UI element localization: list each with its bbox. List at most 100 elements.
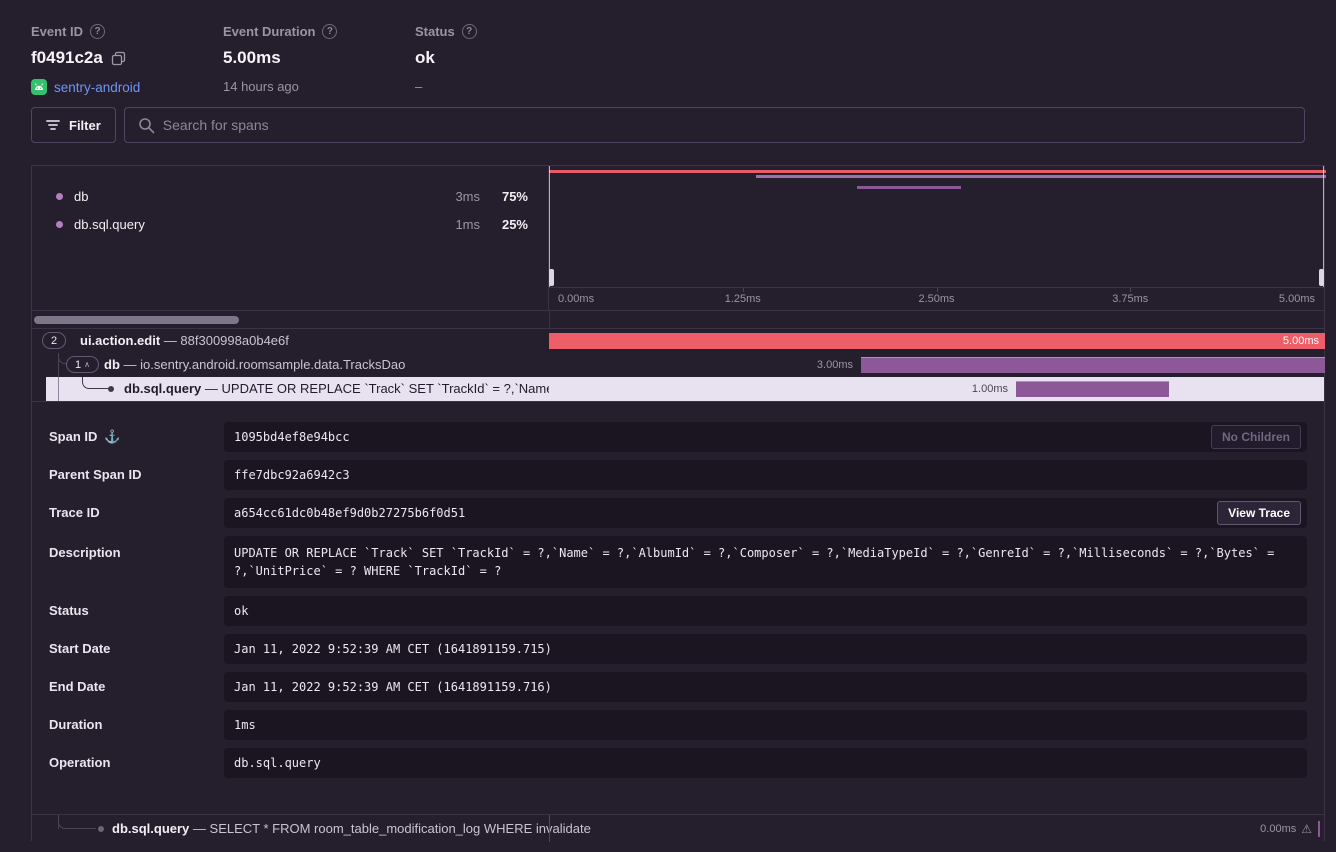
duration-value-box: 1ms [224,710,1307,740]
duration-value: 1ms [234,718,256,732]
status-value: ok [415,48,435,68]
axis-tick: 1.25ms [725,293,761,305]
span-op: db.sql.query [112,821,189,836]
view-trace-button[interactable]: View Trace [1217,501,1301,525]
op-duration: 1ms [455,217,480,232]
children-count: 2 [51,335,57,347]
help-icon[interactable] [322,24,337,39]
detail-row-trace-id: Trace ID a654cc61dc0b48ef9d0b27275b6f0d5… [49,498,1307,528]
detail-row-start-date: Start Date Jan 11, 2022 9:52:39 AM CET (… [49,634,1307,664]
span-row-db-sql-query-select[interactable]: db.sql.query — SELECT * FROM room_table_… [32,814,1324,842]
filter-button[interactable]: Filter [31,107,116,143]
children-count-pill[interactable]: 2 [42,332,66,349]
copy-icon[interactable] [111,51,126,66]
field-label: Span ID [49,422,97,452]
description-value-box: UPDATE OR REPLACE `Track` SET `TrackId` … [224,536,1307,588]
trace-minimap[interactable]: 0.00ms 1.25ms 2.50ms 3.75ms 5.00ms [549,166,1324,310]
warning-icon: ⚠ [1301,822,1312,836]
operation-value: db.sql.query [234,756,321,770]
field-label: Status [49,596,89,626]
span-bar-root[interactable]: 5.00ms [549,333,1325,349]
span-row-db-sql-query-selected[interactable]: db.sql.query — UPDATE OR REPLACE `Track`… [32,377,1324,401]
span-id-value: 1095bd4ef8e94bcc [234,430,350,444]
status-column: Status ok – [415,24,477,95]
trace-view-panel: db 3ms 75% db.sql.query 1ms 25% [31,165,1325,841]
event-id-value: f0491c2a [31,48,103,68]
panel-divider [549,311,550,328]
event-id-label: Event ID [31,24,83,39]
help-icon[interactable] [462,24,477,39]
detail-row-status: Status ok [49,596,1307,626]
op-percent: 75% [490,189,528,204]
separator: — [205,381,218,396]
tree-scrollbar-track[interactable] [32,311,1324,329]
minimap-span-db-sql-query [857,186,961,189]
op-color-dot-icon [56,221,63,228]
detail-row-description: Description UPDATE OR REPLACE `Track` SE… [49,536,1307,588]
field-label: Description [49,544,121,562]
trace-id-value-box: a654cc61dc0b48ef9d0b27275b6f0d51 View Tr… [224,498,1307,528]
legend-row-db[interactable]: db 3ms 75% [32,182,548,210]
spans-toolbar: Filter [31,107,1305,143]
op-duration: 3ms [455,189,480,204]
description-value: UPDATE OR REPLACE `Track` SET `TrackId` … [234,546,1274,578]
span-desc: SELECT * FROM room_table_modification_lo… [210,821,591,836]
help-icon[interactable] [90,24,105,39]
field-label: Start Date [49,634,110,664]
status-sub: – [415,79,422,94]
field-label: Operation [49,748,110,778]
span-row-ui-action-edit[interactable]: 2 ui.action.edit — 88f300998a0b4e6f 5.00… [32,329,1324,353]
minimap-span-root [549,170,1326,173]
parent-span-id-value-box: ffe7dbc92a6942c3 [224,460,1307,490]
leaf-dot-icon [108,386,114,392]
span-bar-db[interactable] [861,357,1325,373]
tick-mark [937,288,938,292]
field-label: Trace ID [49,498,100,528]
span-duration: 5.00ms [1283,333,1319,349]
span-bar-db-sql-query[interactable] [1016,381,1169,397]
span-op: db.sql.query [124,381,201,396]
legend-row-db-sql-query[interactable]: db.sql.query 1ms 25% [32,210,548,238]
leaf-dot-icon [98,826,104,832]
collapse-pill[interactable]: 1 [66,356,99,373]
tree-scrollbar-thumb[interactable] [34,316,239,324]
minimap-right-handle[interactable] [1319,269,1324,286]
detail-row-parent-span-id: Parent Span ID ffe7dbc92a6942c3 [49,460,1307,490]
detail-row-operation: Operation db.sql.query [49,748,1307,778]
span-row-db[interactable]: 1 db — io.sentry.android.roomsample.data… [32,353,1324,377]
event-duration-value: 5.00ms [223,48,281,68]
span-desc: 88f300998a0b4e6f [180,333,288,348]
event-id-column: Event ID f0491c2a se [31,24,223,95]
panel-divider [549,815,550,842]
start-date-value-box: Jan 11, 2022 9:52:39 AM CET (1641891159.… [224,634,1307,664]
end-date-value: Jan 11, 2022 9:52:39 AM CET (1641891159.… [234,680,552,694]
status-value-box: ok [224,596,1307,626]
operation-value-box: db.sql.query [224,748,1307,778]
axis-tick: 5.00ms [1279,293,1315,305]
span-duration: 0.00ms [1260,823,1296,835]
separator: — [124,357,137,372]
event-duration-label: Event Duration [223,24,315,39]
axis-tick: 0.00ms [558,293,594,305]
android-project-icon [31,79,47,95]
anchor-icon[interactable]: ⚓ [104,422,120,452]
axis-tick: 2.50ms [918,293,954,305]
separator: — [164,333,177,348]
minimap-span-db [756,175,1326,178]
op-percent: 25% [490,217,528,232]
start-date-value: Jan 11, 2022 9:52:39 AM CET (1641891159.… [234,642,552,656]
no-children-button: No Children [1211,425,1301,449]
minimap-left-handle[interactable] [549,269,554,286]
minimap-spans [549,166,1324,288]
separator: — [193,821,206,836]
end-date-value-box: Jan 11, 2022 9:52:39 AM CET (1641891159.… [224,672,1307,702]
event-duration-column: Event Duration 5.00ms 14 hours ago [223,24,415,95]
tree-connector [82,377,108,389]
span-search [124,107,1305,143]
time-axis: 0.00ms 1.25ms 2.50ms 3.75ms 5.00ms [549,287,1324,310]
filter-icon [46,119,60,131]
search-input[interactable] [125,108,1304,142]
trace-overview: db 3ms 75% db.sql.query 1ms 25% [32,166,1324,311]
project-link[interactable]: sentry-android [54,80,140,95]
detail-row-end-date: End Date Jan 11, 2022 9:52:39 AM CET (16… [49,672,1307,702]
